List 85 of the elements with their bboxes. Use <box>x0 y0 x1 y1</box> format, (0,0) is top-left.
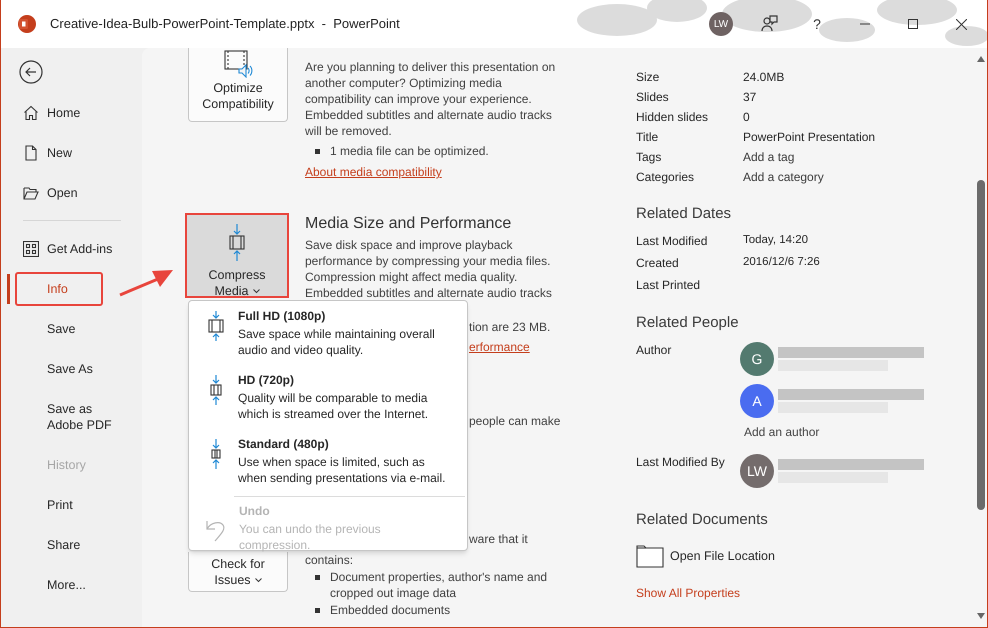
folder-icon <box>636 544 664 568</box>
property-value: PowerPoint Presentation <box>743 129 876 146</box>
folder-icon <box>23 185 39 201</box>
menu-item-title: Standard (480p) <box>238 436 330 452</box>
compress-icon <box>208 311 224 341</box>
show-all-properties-link[interactable]: Show All Properties <box>636 586 740 600</box>
text-fragment: people can make <box>469 414 560 428</box>
bullet-icon <box>315 149 320 154</box>
property-value: 37 <box>743 89 756 106</box>
home-icon <box>23 105 39 121</box>
bullet-icon <box>315 575 320 580</box>
description-text: Save disk space and improve playback performance by compressing your media files. Compression might affect media quality. Embedded subtitles and alternate audio tracks <box>305 237 553 301</box>
nav-item[interactable]: Info <box>15 272 103 306</box>
property-label: Size <box>636 69 660 86</box>
menu-item-title: Full HD (1080p) <box>238 308 326 324</box>
property-label: Tags <box>636 149 662 166</box>
description-text: Are you planning to deliver this presentation on another computer? Optimizing media compatibility can improve your experience. Embedded subtitles and alternate audio tracks will be removed. <box>305 59 556 139</box>
text-fragment: tion are 23 MB. <box>469 320 550 334</box>
date-label: Created <box>636 255 680 272</box>
date-label: Last Modified <box>636 233 708 250</box>
menu-item-title: Undo <box>239 503 271 519</box>
property-link[interactable]: Add a tag <box>743 148 794 166</box>
person-avatar: A <box>740 384 774 418</box>
property-label: Hidden slides <box>636 109 710 126</box>
compress-media-button[interactable]: Compress Media <box>185 213 289 298</box>
bullet-text: Embedded documents <box>330 602 452 618</box>
app-logo-icon <box>17 14 37 34</box>
nav-item[interactable]: Save As <box>15 352 137 386</box>
menu-item-title: HD (720p) <box>238 372 296 388</box>
section-heading: Related Documents <box>636 510 769 530</box>
nav-item[interactable]: More... <box>15 568 137 602</box>
property-value: 0 <box>743 109 750 126</box>
bullet-text: 1 media file can be optimized. <box>330 143 490 159</box>
nav-item[interactable]: Open <box>15 176 137 210</box>
open-file-location-button[interactable]: Open File Location <box>636 544 775 568</box>
window-title: Creative-Idea-Bulb-PowerPoint-Template.pptx - PowerPoint <box>50 15 400 34</box>
callout-arrow <box>118 267 174 297</box>
property-label: Title <box>636 129 660 146</box>
film-speaker-icon <box>223 50 253 78</box>
optimize-button[interactable]: Optimize Compatibility <box>188 48 288 122</box>
text-link[interactable]: erformance <box>469 340 530 354</box>
nav-item[interactable]: Get Add-ins <box>15 232 137 266</box>
scroll-thumb[interactable] <box>977 180 985 510</box>
section-heading: Media Size and Performance <box>305 214 512 234</box>
description-text: contains: <box>305 552 354 568</box>
person-avatar: G <box>740 342 774 376</box>
menu-item-description: Use when space is limited, such as when sending presentations via e-mail. <box>238 454 446 486</box>
nav-item[interactable]: New <box>15 136 137 170</box>
back-button[interactable] <box>19 60 43 84</box>
nav-item[interactable]: Save as Adobe PDF <box>15 392 137 442</box>
check-issues-button[interactable]: Check for Issues <box>188 552 288 592</box>
account-avatar[interactable]: LW <box>709 12 733 36</box>
scroll-up-icon[interactable] <box>977 56 985 62</box>
scroll-down-icon[interactable] <box>977 613 985 619</box>
date-label: Last Printed <box>636 277 702 294</box>
page-icon <box>23 145 39 161</box>
person-avatar: LW <box>740 454 774 488</box>
nav-item[interactable]: Home <box>15 96 137 130</box>
help-button[interactable]: ? <box>793 8 841 40</box>
people-label: Author <box>636 342 672 359</box>
people-label: Last Modified By <box>636 454 726 471</box>
text-fragment: ware that it <box>469 532 528 546</box>
nav-item[interactable]: Save <box>15 312 137 346</box>
menu-item[interactable]: Full HD (1080p) Save space while maintaining overall audio and video quality. <box>189 308 467 358</box>
date-value: Today, 14:20 <box>743 233 808 248</box>
property-label: Slides <box>636 89 670 106</box>
menu-item[interactable]: Standard (480p) Use when space is limited, such as when sending presentations via e-mail. <box>189 436 467 486</box>
property-link[interactable]: Add a category <box>743 168 824 186</box>
date-value: 2016/12/6 7:26 <box>743 255 820 270</box>
bullet-text: Document properties, author's name and cropped out image data <box>330 569 548 601</box>
property-value: 24.0MB <box>743 69 784 86</box>
menu-item-description: Quality will be comparable to media which is streamed over the Internet. <box>238 390 430 422</box>
grid-icon <box>23 241 39 257</box>
add-author-link[interactable]: Add an author <box>744 425 820 439</box>
text-link[interactable]: About media compatibility <box>305 165 442 179</box>
menu-item-description: Save space while maintaining overall audio and video quality. <box>238 326 436 358</box>
property-label: Categories <box>636 169 696 186</box>
nav-item[interactable]: Share <box>15 528 137 562</box>
menu-item-description: You can undo the previous compression. <box>239 521 382 553</box>
nav-item[interactable]: Print <box>15 488 137 522</box>
compress-icon <box>208 375 224 405</box>
section-heading: Related Dates <box>636 204 732 224</box>
bullet-icon <box>315 608 320 613</box>
menu-item[interactable]: HD (720p) Quality will be comparable to media which is streamed over the Internet. <box>189 372 467 422</box>
section-heading: Related People <box>636 313 740 333</box>
